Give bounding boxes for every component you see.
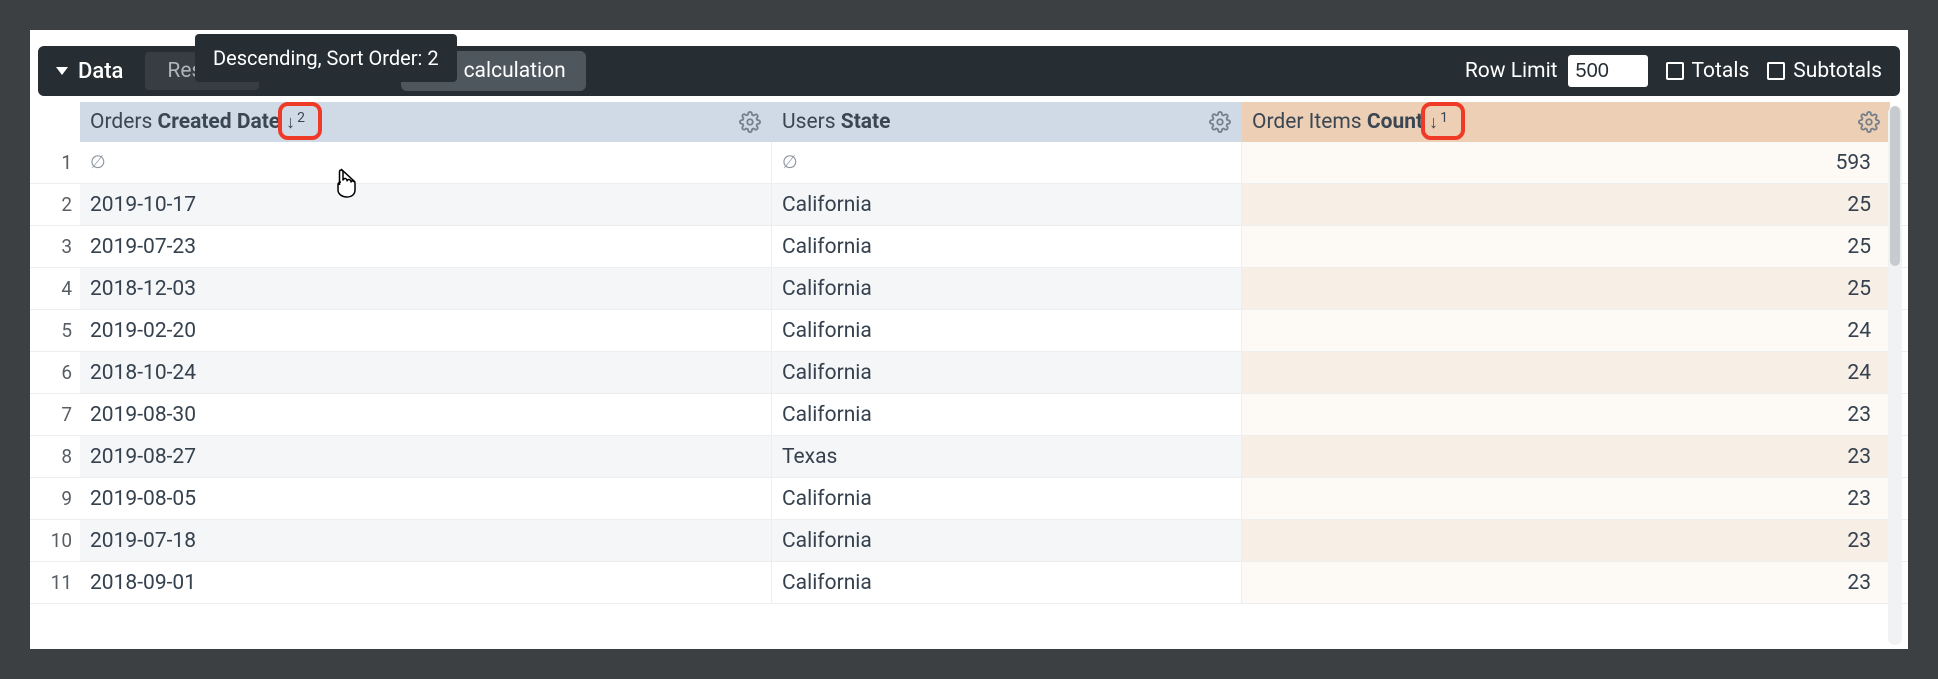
cell-state[interactable]: California [772, 394, 1242, 435]
data-section-toggle[interactable]: Data [56, 59, 123, 84]
row-limit-input[interactable] [1568, 55, 1648, 87]
row-number: 3 [30, 226, 80, 267]
cell-state[interactable]: California [772, 478, 1242, 519]
header-prefix: Order Items [1252, 110, 1367, 134]
row-number: 7 [30, 394, 80, 435]
header-prefix: Orders [90, 110, 158, 134]
sort-indicator[interactable]: ↓ 1 [1429, 112, 1448, 133]
table-row: 22019-10-17California25 [30, 184, 1908, 226]
cell-created-date[interactable]: 2019-10-17 [80, 184, 772, 225]
cell-state[interactable]: Texas [772, 436, 1242, 477]
header-field: Created Date [158, 110, 281, 134]
header-field: Count [1367, 110, 1423, 134]
rownum-header [30, 102, 80, 142]
cell-created-date[interactable]: 2019-07-23 [80, 226, 772, 267]
cell-count[interactable]: 23 [1242, 520, 1890, 561]
cell-created-date[interactable]: 2018-09-01 [80, 562, 772, 603]
data-label-text: Data [78, 59, 123, 84]
row-number: 8 [30, 436, 80, 477]
cell-created-date[interactable]: 2019-08-27 [80, 436, 772, 477]
cell-count[interactable]: 23 [1242, 562, 1890, 603]
sort-indicator[interactable]: ↓ 2 [286, 112, 305, 133]
table-row: 1∅∅593 [30, 142, 1908, 184]
cell-state[interactable]: California [772, 268, 1242, 309]
row-limit-label: Row Limit [1465, 59, 1558, 83]
cell-count[interactable]: 25 [1242, 226, 1890, 267]
header-label: Order Items Count [1252, 110, 1423, 134]
table-row: 42018-12-03California25 [30, 268, 1908, 310]
row-number: 6 [30, 352, 80, 393]
cell-state[interactable]: California [772, 226, 1242, 267]
sort-order-number: 2 [297, 110, 305, 126]
cell-count[interactable]: 23 [1242, 478, 1890, 519]
cell-created-date[interactable]: 2019-08-05 [80, 478, 772, 519]
cell-created-date[interactable]: 2019-02-20 [80, 310, 772, 351]
table-row: 52019-02-20California24 [30, 310, 1908, 352]
toolbar-right: Row Limit Totals Subtotals [1465, 55, 1882, 87]
cell-created-date[interactable]: 2018-12-03 [80, 268, 772, 309]
sort-tooltip: Descending, Sort Order: 2 [195, 34, 457, 82]
header-prefix: Users [782, 110, 841, 134]
table-row: 72019-08-30California23 [30, 394, 1908, 436]
cell-count[interactable]: 25 [1242, 184, 1890, 225]
row-number: 1 [30, 142, 80, 183]
checkbox-icon [1767, 62, 1785, 80]
cell-state[interactable]: California [772, 352, 1242, 393]
row-number: 10 [30, 520, 80, 561]
sort-order-number: 1 [1440, 110, 1448, 126]
header-label: Orders Created Date [90, 110, 280, 134]
cell-count[interactable]: 24 [1242, 310, 1890, 351]
cell-created-date[interactable]: 2018-10-24 [80, 352, 772, 393]
cell-count[interactable]: 593 [1242, 142, 1890, 183]
totals-checkbox[interactable]: Totals [1666, 59, 1750, 83]
table-row: 62018-10-24California24 [30, 352, 1908, 394]
row-number: 2 [30, 184, 80, 225]
cell-state[interactable]: ∅ [772, 142, 1242, 183]
checkbox-icon [1666, 62, 1684, 80]
row-number: 5 [30, 310, 80, 351]
cell-created-date[interactable]: ∅ [80, 142, 772, 183]
gear-icon[interactable] [1209, 111, 1231, 133]
arrow-down-icon: ↓ [286, 112, 295, 133]
row-number: 4 [30, 268, 80, 309]
column-header-count[interactable]: Order Items Count ↓ 1 [1242, 102, 1890, 142]
table-row: 102019-07-18California23 [30, 520, 1908, 562]
cell-count[interactable]: 24 [1242, 352, 1890, 393]
cell-created-date[interactable]: 2019-07-18 [80, 520, 772, 561]
totals-label: Totals [1692, 59, 1750, 83]
table-row: 82019-08-27Texas23 [30, 436, 1908, 478]
cell-count[interactable]: 23 [1242, 436, 1890, 477]
results-grid: Orders Created Date ↓ 2 Users State [30, 102, 1908, 604]
column-header-state[interactable]: Users State [772, 102, 1242, 142]
explore-panel: Data Results SQL Add calculation Row Lim… [30, 30, 1908, 649]
header-row: Orders Created Date ↓ 2 Users State [30, 102, 1908, 142]
gear-icon[interactable] [1858, 111, 1880, 133]
arrow-down-icon: ↓ [1429, 112, 1438, 133]
row-number: 9 [30, 478, 80, 519]
results-table-wrap: Orders Created Date ↓ 2 Users State [30, 102, 1908, 649]
caret-down-icon [56, 67, 68, 75]
cell-created-date[interactable]: 2019-08-30 [80, 394, 772, 435]
row-limit-group: Row Limit [1465, 55, 1648, 87]
cell-count[interactable]: 25 [1242, 268, 1890, 309]
column-header-created-date[interactable]: Orders Created Date ↓ 2 [80, 102, 772, 142]
row-number: 11 [30, 562, 80, 603]
cell-state[interactable]: California [772, 310, 1242, 351]
tooltip-text: Descending, Sort Order: 2 [213, 46, 439, 70]
table-row: 112018-09-01California23 [30, 562, 1908, 604]
header-field: State [841, 110, 891, 134]
subtotals-checkbox[interactable]: Subtotals [1767, 59, 1882, 83]
vertical-scrollbar[interactable] [1888, 106, 1902, 645]
cell-state[interactable]: California [772, 184, 1242, 225]
cell-state[interactable]: California [772, 520, 1242, 561]
gear-icon[interactable] [739, 111, 761, 133]
subtotals-label: Subtotals [1793, 59, 1882, 83]
cell-count[interactable]: 23 [1242, 394, 1890, 435]
header-label: Users State [782, 110, 891, 134]
table-row: 32019-07-23California25 [30, 226, 1908, 268]
scroll-thumb[interactable] [1890, 106, 1900, 266]
cell-state[interactable]: California [772, 562, 1242, 603]
table-row: 92019-08-05California23 [30, 478, 1908, 520]
